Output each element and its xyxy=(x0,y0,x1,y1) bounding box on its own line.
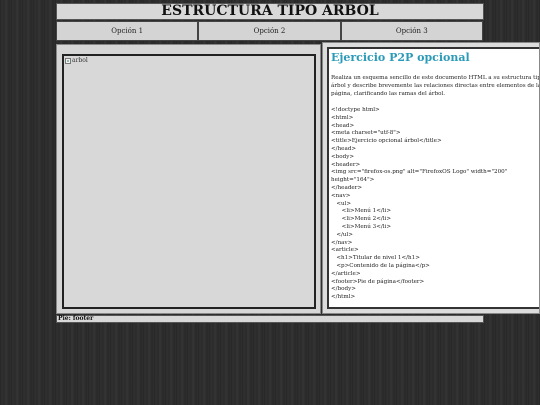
code-line: <title>Ejercicio opcional árbol</title> xyxy=(331,138,442,145)
code-line: <footer>Pie de página</footer> xyxy=(331,278,425,285)
article-section: Ejercicio P2P opcional Realiza un esquem… xyxy=(322,42,540,314)
code-line: </nav> xyxy=(331,239,353,246)
code-line: <li>Menú 1</li> xyxy=(331,208,392,215)
page-footer: Pie: footer xyxy=(56,315,484,323)
code-line: <nav> xyxy=(331,192,351,199)
code-line: </header> xyxy=(331,184,363,191)
page-header: ESTRUCTURA TIPO ARBOL xyxy=(56,3,484,20)
code-listing: <!doctype html> <html> <head> <meta charset… xyxy=(331,107,539,302)
code-line: <!doctype html> xyxy=(331,107,380,113)
page-title: ESTRUCTURA TIPO ARBOL xyxy=(161,3,379,19)
nav-item-opcion-2[interactable]: Opción 2 xyxy=(198,21,341,41)
nav-item-opcion-3[interactable]: Opción 3 xyxy=(340,21,483,41)
code-line: <article> xyxy=(331,247,359,254)
code-line: </ul> xyxy=(331,231,353,238)
code-line: height="164"> xyxy=(331,177,375,184)
code-line: <body> xyxy=(331,153,355,160)
code-line: <header> xyxy=(331,161,361,168)
footer-text: Pie: footer xyxy=(58,315,94,322)
code-line: <li>Menú 3</li> xyxy=(331,223,392,230)
tree-image-alt: arbol xyxy=(72,57,88,64)
code-line: <li>Menú 2</li> xyxy=(331,216,392,223)
tree-image-frame: arbol xyxy=(62,54,316,309)
nav-bar: Opción 1 Opción 2 Opción 3 xyxy=(56,21,483,41)
code-line: <h1>Titular de nivel 1</h1> xyxy=(331,255,420,262)
code-line: <head> xyxy=(331,122,355,129)
code-line: <p>Contenido de la página</p> xyxy=(331,262,430,269)
image-section: arbol xyxy=(56,44,321,314)
article-description: Realiza un esquema sencillo de este docu… xyxy=(331,75,539,97)
code-line: <html> xyxy=(331,114,354,121)
tree-image: arbol xyxy=(65,57,88,64)
code-line: </body> xyxy=(331,286,356,293)
code-line: </head> xyxy=(331,145,357,152)
article-title: Ejercicio P2P opcional xyxy=(331,51,470,64)
broken-image-icon xyxy=(65,57,71,64)
nav-item-opcion-1[interactable]: Opción 1 xyxy=(56,21,199,41)
code-line: </html> xyxy=(331,294,356,301)
article-panel: Ejercicio P2P opcional Realiza un esquem… xyxy=(327,47,539,309)
code-line: <img src="firefox-os.png" alt="FirefoxOS… xyxy=(331,169,508,176)
code-line: </article> xyxy=(331,270,361,277)
